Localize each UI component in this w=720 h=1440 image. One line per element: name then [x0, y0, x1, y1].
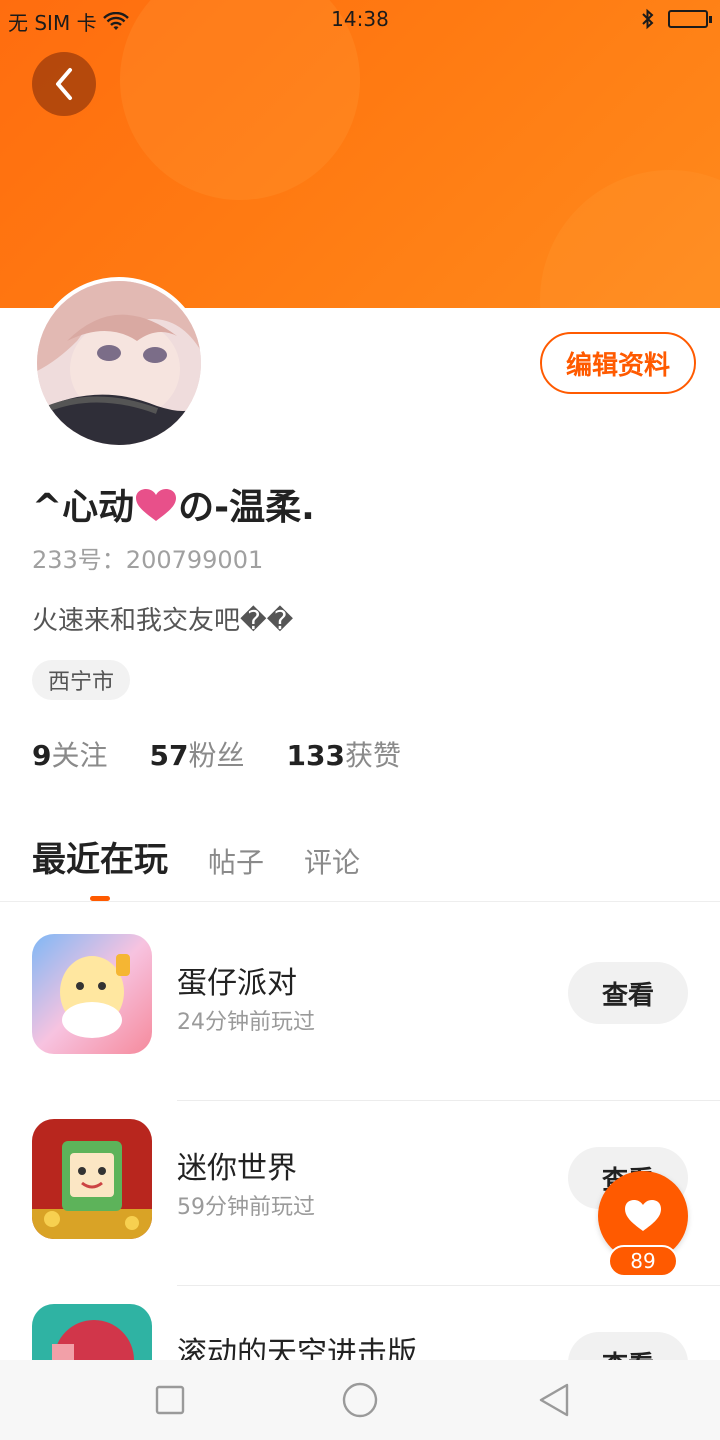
like-count-badge: 89 [608, 1245, 678, 1277]
bluetooth-icon [642, 8, 654, 30]
system-nav-bar [0, 1360, 720, 1440]
game-played-time: 59分钟前玩过 [177, 1195, 315, 1220]
game-icon-eggy-party [32, 934, 152, 1054]
profile-tabs: 最近在玩 帖子 评论 [32, 832, 360, 881]
status-right [640, 8, 712, 30]
user-bio: 火速来和我交友吧�� [32, 606, 294, 636]
banner-decoration [540, 170, 720, 308]
location-tag: 西宁市 [32, 660, 131, 700]
game-played-time: 24分钟前玩过 [177, 1010, 315, 1035]
stat-count: 57 [149, 739, 189, 772]
back-nav-button[interactable] [534, 1380, 574, 1420]
tab-comments[interactable]: 评论 [304, 841, 360, 881]
game-name: 蛋仔派对 [177, 966, 297, 1001]
status-bar: 无 SIM 卡 14:38 [0, 0, 720, 40]
circle-icon [342, 1382, 378, 1418]
profile-banner [0, 0, 720, 308]
stat-followers[interactable]: 57粉丝 [150, 734, 245, 774]
avatar-image [37, 281, 201, 445]
nickname-suffix: の-温柔. [178, 487, 315, 528]
battery-icon [668, 10, 712, 28]
back-button[interactable] [32, 52, 96, 116]
avatar[interactable] [33, 277, 205, 449]
list-item[interactable]: 蛋仔派对 24分钟前玩过 查看 [0, 916, 720, 1101]
game-icon-mini-world [32, 1119, 152, 1239]
edit-profile-button[interactable]: 编辑资料 [540, 332, 696, 394]
nickname: ^心动 の-温柔. [32, 478, 315, 530]
stat-count: 9 [32, 739, 52, 772]
chevron-left-icon [56, 68, 72, 100]
stat-count: 133 [286, 739, 345, 772]
stat-label: 关注 [51, 739, 108, 772]
triangle-back-icon [539, 1383, 569, 1417]
square-icon [155, 1385, 185, 1415]
stat-likes[interactable]: 133获赞 [286, 734, 400, 774]
tab-posts[interactable]: 帖子 [208, 841, 264, 881]
view-button[interactable]: 查看 [568, 962, 688, 1024]
divider [0, 901, 720, 902]
game-name: 迷你世界 [177, 1151, 297, 1186]
nickname-prefix: ^心动 [32, 487, 135, 528]
status-time: 14:38 [331, 7, 389, 31]
stat-label: 获赞 [344, 739, 401, 772]
home-button[interactable] [340, 1380, 380, 1420]
stat-following[interactable]: 9关注 [32, 734, 108, 774]
heart-icon [136, 489, 177, 521]
tab-recently-played[interactable]: 最近在玩 [32, 832, 168, 881]
recents-button[interactable] [150, 1380, 190, 1420]
heart-icon [625, 1200, 661, 1231]
user-id: 233号：200799001 [32, 546, 264, 574]
stat-label: 粉丝 [188, 739, 245, 772]
profile-stats: 9关注 57粉丝 133获赞 [32, 734, 401, 774]
